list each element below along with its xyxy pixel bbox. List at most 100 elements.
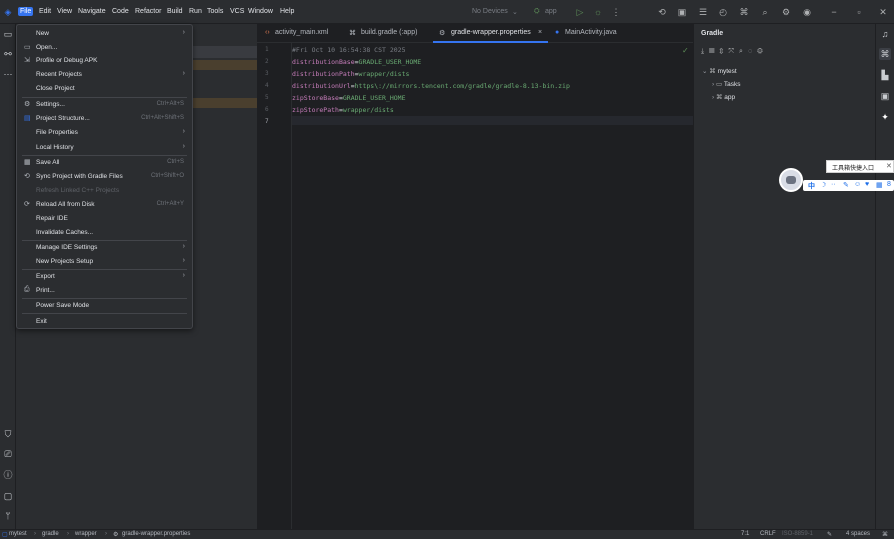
tab-gradle-wrapper[interactable]: gradle-wrapper.properties [451,29,531,36]
grid-icon[interactable]: ▦ [876,181,883,189]
menu-build[interactable]: Build [167,8,183,15]
run-config-selector[interactable]: app [545,8,557,15]
gradle-tree-tasks[interactable]: › ▭ Tasks [712,80,740,88]
chinese-mode-toggle[interactable]: 中 [808,181,815,191]
readonly-icon[interactable]: ✎ [827,531,832,538]
breadcrumb-wrapper[interactable]: wrapper [75,531,97,537]
close-icon[interactable]: ✕ [886,162,892,170]
terminal-icon[interactable]: ⎚ [2,448,14,460]
menu-window[interactable]: Window [248,8,273,15]
execute-icon[interactable]: ⌕ [739,48,748,55]
sdk-manager-icon[interactable]: ☰ [697,6,709,18]
breadcrumb-file[interactable]: gradle-wrapper.properties [122,531,190,537]
offline-icon[interactable]: ◌ [748,48,757,55]
line-separator[interactable]: CRLF [760,531,776,537]
menu-item-recent-projects[interactable]: Recent Projects › [17,68,192,81]
settings-icon[interactable]: ⚙ [780,6,792,18]
menu-item-save-all[interactable]: ▦ Save All Ctrl+S [17,156,192,169]
more-icon[interactable]: ⋮ [610,6,622,18]
gradle-settings-icon[interactable]: ⚙ [757,48,768,55]
run-icon[interactable]: ▷ [574,6,586,18]
device-manager-tool-icon[interactable]: ▙ [879,69,891,81]
menu-vcs[interactable]: VCS [230,8,244,15]
menu-file[interactable]: File [18,7,34,16]
search-icon[interactable]: ⌕ [759,6,771,18]
gradle-tool-icon[interactable]: ⌘ [879,48,891,60]
breadcrumb-gradle[interactable]: gradle [42,531,59,537]
menu-code[interactable]: Code [112,8,129,15]
menu-item-manage-settings[interactable]: Manage IDE Settings › [17,241,192,254]
avatar[interactable] [779,168,803,192]
menu-edit[interactable]: Edit [39,8,51,15]
menu-item-local-history[interactable]: Local History › [17,141,192,154]
close-tab-icon[interactable]: × [538,29,542,36]
menu-item-reload-disk[interactable]: ⟳ Reload All from Disk Ctrl+Alt+Y [17,198,192,211]
device-selector[interactable]: No Devices [472,8,508,15]
file-encoding[interactable]: ISO-8859-1 [782,531,813,537]
minimize-icon[interactable]: − [828,6,840,18]
indent-setting[interactable]: 4 spaces [846,531,870,537]
tab-main-activity[interactable]: MainActivity.java [565,29,617,36]
moon-icon[interactable]: ☽ [820,181,826,189]
problems-icon[interactable]: ⓘ [2,469,14,481]
tab-activity-main[interactable]: activity_main.xml [275,29,328,36]
code-line-2[interactable]: distributionBase=GRADLE_USER_HOME [292,58,421,66]
menu-refactor[interactable]: Refactor [135,8,161,15]
debug-icon[interactable]: ☼ [592,6,604,18]
running-devices-icon[interactable]: ▣ [879,90,891,102]
version-control-icon[interactable]: ᛘ [2,510,14,522]
menu-help[interactable]: Help [280,8,294,15]
gradle-tree-root[interactable]: ⌄ ⌘ mytest [702,67,737,75]
menu-item-open[interactable]: ▭ Open... [17,41,192,54]
sync-gradle-icon[interactable]: ⟲ [656,6,668,18]
menu-item-sync-gradle[interactable]: ⟲ Sync Project with Gradle Files Ctrl+Shif… [17,170,192,183]
device-manager-icon[interactable]: ▣ [676,6,688,18]
menu-item-print[interactable]: ⎙ Print... [17,284,192,297]
wrench-icon[interactable]: ✎ [843,181,849,189]
collapse-icon[interactable]: ⤧ [728,48,739,55]
skin-icon[interactable]: ♥ [865,181,869,188]
project-icon[interactable]: ▭ [2,28,14,40]
menu-item-close-project[interactable]: Close Project [17,82,192,95]
more-tools-icon[interactable]: ⋯ [2,68,14,80]
code-line-6[interactable]: zipStorePath=wrapper/dists [292,106,394,114]
menu-navigate[interactable]: Navigate [78,8,106,15]
breadcrumb-mytest[interactable]: mytest [9,531,27,537]
code-line-4[interactable]: distributionUrl=https\://mirrors.tencent… [292,82,570,90]
menu-tools[interactable]: Tools [207,8,223,15]
menu-item-new[interactable]: New › [17,27,192,40]
menu-item-new-projects-setup[interactable]: New Projects Setup › [17,255,192,268]
menu-item-power-save[interactable]: Power Save Mode [17,299,192,312]
lock-icon[interactable]: ⌘ [882,531,888,538]
caret-position[interactable]: 7:1 [741,531,749,537]
code-line-5[interactable]: zipStoreBase=GRADLE_USER_HOME [292,94,406,102]
menu-view[interactable]: View [57,8,72,15]
menu-item-settings[interactable]: ⚙ Settings... Ctrl+Alt+S [17,98,192,111]
structure-icon[interactable]: ⚯ [2,48,14,60]
code-line-3[interactable]: distributionPath=wrapper/dists [292,70,409,78]
menu-item-project-structure[interactable]: ▤ Project Structure... Ctrl+Alt+Shift+S [17,112,192,125]
gemini-icon[interactable]: ✦ [879,111,891,123]
gradle-icon[interactable]: ⌘ [738,6,750,18]
menu-item-file-properties[interactable]: File Properties › [17,126,192,139]
menu-item-invalidate-caches[interactable]: Invalidate Caches... [17,226,192,239]
gradle-tree-app[interactable]: › ⌘ app [712,93,735,101]
menu-item-exit[interactable]: Exit [17,315,192,328]
menu-item-repair-ide[interactable]: Repair IDE [17,212,192,225]
new-icon[interactable]: ▤ [709,48,719,55]
download-icon[interactable]: ⤓ [701,48,709,55]
menu-run[interactable]: Run [189,8,202,15]
more-tools-icon[interactable]: 8 [887,181,891,188]
code-line-1[interactable]: #Fri Oct 10 16:54:38 CST 2025 [292,46,406,54]
account-icon[interactable]: ◉ [801,6,813,18]
inspection-ok-icon[interactable]: ✓ [682,46,689,55]
maximize-icon[interactable]: ▫ [853,6,865,18]
emoji-icon[interactable]: ☺ [854,181,861,188]
notifications-icon[interactable]: ♫ [879,28,891,40]
close-window-icon[interactable]: ✕ [877,6,889,18]
menu-item-profile-apk[interactable]: ⇲ Profile or Debug APK [17,54,192,67]
menu-item-export[interactable]: Export › [17,270,192,283]
tab-build-gradle[interactable]: build.gradle (:app) [361,29,417,36]
punctuation-icon[interactable]: ·· [831,181,836,188]
run-panel-icon[interactable]: ▢ [2,490,14,502]
